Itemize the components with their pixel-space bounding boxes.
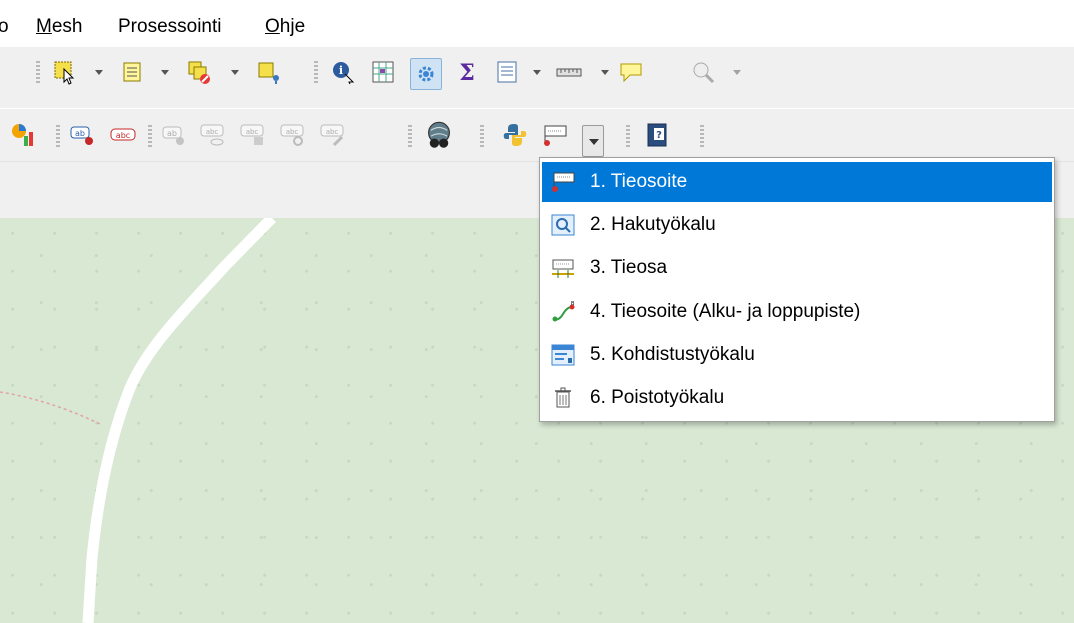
toolbar-labels: ab abc ab abc abc abc abc ?: [0, 108, 1074, 161]
tieosoite-icon: [551, 171, 575, 193]
select-by-attribute-icon[interactable]: [120, 59, 146, 85]
start-end-point-icon: B: [551, 301, 575, 323]
tieosoite-dropdown-button[interactable]: [582, 125, 604, 157]
path-line: [0, 391, 101, 425]
dropdown-arrow[interactable]: [600, 59, 610, 85]
svg-text:abc: abc: [206, 128, 219, 136]
menu-item-label: 6. Poistotyökalu: [590, 387, 725, 408]
select-location-icon[interactable]: [256, 59, 282, 85]
menu-item-tieosoite-alku-loppu[interactable]: B 4. Tieosoite (Alku- ja loppupiste): [542, 292, 1052, 332]
diagram-icon[interactable]: [10, 122, 36, 148]
menu-item-tieosa[interactable]: 3. Tieosa: [542, 248, 1052, 288]
zoom-settings-icon[interactable]: [690, 59, 716, 85]
search-tool-icon: [551, 214, 575, 236]
svg-text:abc: abc: [246, 128, 259, 136]
menu-item-ohje[interactable]: Ohje: [265, 16, 305, 38]
toolbar-grip[interactable]: [700, 125, 704, 149]
select-features-icon[interactable]: [52, 59, 78, 85]
svg-text:i: i: [339, 64, 343, 77]
statistics-icon[interactable]: Σ: [454, 59, 480, 85]
svg-text:Σ: Σ: [459, 60, 475, 85]
targeting-tool-icon: [551, 344, 575, 366]
svg-text:B: B: [571, 301, 575, 307]
toolbar-grip[interactable]: [626, 125, 630, 149]
attribute-table-icon[interactable]: [494, 59, 520, 85]
action-icon[interactable]: [410, 58, 442, 90]
menu-item-label: 3. Tieosa: [590, 257, 668, 278]
menu-item-partial[interactable]: o: [0, 16, 9, 38]
toolbar-grip[interactable]: [36, 61, 40, 85]
menu-item-label: 4. Tieosoite (Alku- ja loppupiste): [590, 301, 861, 322]
help-book-icon[interactable]: ?: [644, 122, 670, 148]
label-edit-icon[interactable]: abc: [320, 122, 346, 148]
menu-item-label: 5. Kohdistustyökalu: [590, 344, 755, 365]
toolbar-grip[interactable]: [480, 125, 484, 149]
menu-item-label: 2. Hakutyökalu: [590, 214, 716, 235]
toolbar-selection: i Σ: [0, 46, 1074, 99]
tieosoite-plugin-icon[interactable]: [542, 122, 568, 148]
svg-text:abc: abc: [326, 128, 339, 136]
measure-icon[interactable]: [556, 59, 582, 85]
road-section-icon: [551, 257, 575, 279]
dropdown-arrow[interactable]: [160, 59, 170, 85]
open-table-icon[interactable]: [370, 59, 396, 85]
deselect-icon[interactable]: [186, 59, 212, 85]
label-abc-icon[interactable]: abc: [110, 122, 136, 148]
menu-item-mesh-rest: esh: [51, 16, 83, 37]
python-icon[interactable]: [502, 122, 528, 148]
dropdown-arrow[interactable]: [732, 59, 742, 85]
menu-item-kohdistustyokalu[interactable]: 5. Kohdistustyökalu: [542, 335, 1052, 375]
menu-item-mesh[interactable]: Mesh: [36, 16, 82, 38]
label-pin-icon[interactable]: ab: [70, 122, 96, 148]
road-line: [82, 218, 276, 623]
menu-item-ohje-rest: hje: [279, 16, 306, 37]
mnemonic-m: M: [36, 16, 52, 37]
identify-icon[interactable]: i: [330, 59, 356, 85]
svg-text:abc: abc: [116, 131, 130, 140]
svg-text:abc: abc: [286, 128, 299, 136]
dropdown-arrow[interactable]: [532, 59, 542, 85]
toolbar-grip[interactable]: [148, 125, 152, 149]
tieosoite-dropdown-menu: 1. Tieosoite 2. Hakutyökalu 3. Tieosa B …: [539, 157, 1055, 422]
toolbar-grip[interactable]: [314, 61, 318, 85]
toolbar-grip[interactable]: [408, 125, 412, 149]
menu-item-hakutyokalu[interactable]: 2. Hakutyökalu: [542, 205, 1052, 245]
svg-text:ab: ab: [167, 129, 177, 138]
menu-item-label: 1. Tieosoite: [590, 171, 688, 192]
label-rotate-icon[interactable]: abc: [240, 122, 266, 148]
svg-text:?: ?: [656, 130, 662, 141]
globe-binoculars-icon[interactable]: [424, 120, 454, 150]
menu-item-tieosoite[interactable]: 1. Tieosoite: [542, 162, 1052, 202]
menu-item-poistotyokalu[interactable]: 6. Poistotyökalu: [542, 378, 1052, 418]
menu-item-prosessointi[interactable]: Prosessointi: [118, 16, 222, 38]
label-show-icon[interactable]: abc: [200, 122, 226, 148]
map-tips-icon[interactable]: [618, 59, 644, 85]
trash-icon: [551, 387, 575, 409]
label-change-icon[interactable]: abc: [280, 122, 306, 148]
dropdown-arrow[interactable]: [230, 59, 240, 85]
menu-bar: o Mesh Prosessointi Ohje: [0, 0, 1074, 46]
svg-text:ab: ab: [75, 129, 85, 138]
mnemonic-o: O: [265, 16, 280, 37]
dropdown-arrow[interactable]: [94, 59, 104, 85]
toolbar-grip[interactable]: [56, 125, 60, 149]
label-move-icon[interactable]: ab: [162, 122, 188, 148]
